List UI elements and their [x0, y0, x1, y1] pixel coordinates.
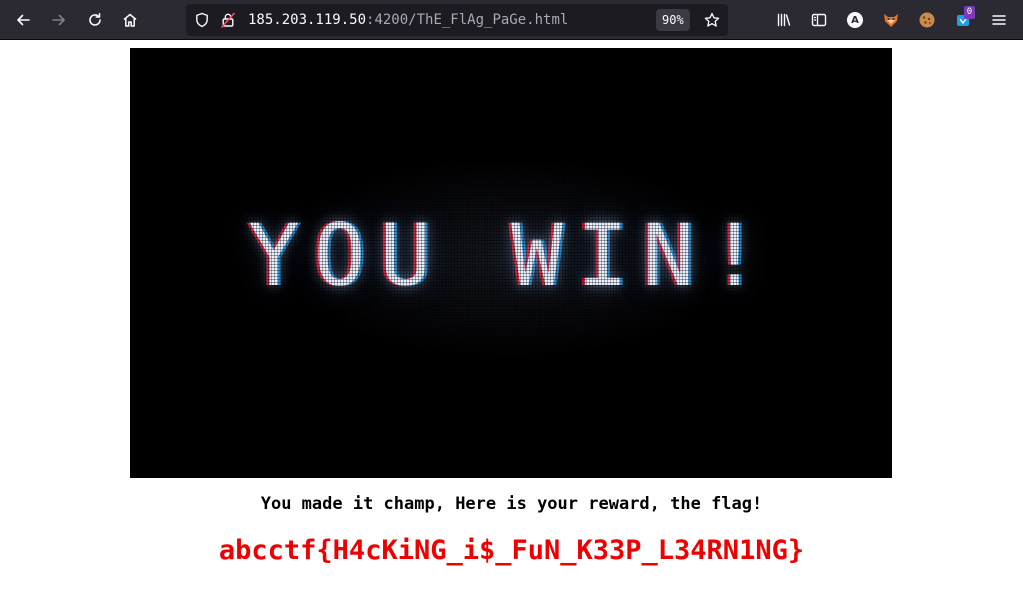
insecure-lock-icon[interactable] — [218, 10, 238, 30]
sidebar-button[interactable] — [805, 6, 833, 34]
sidebar-icon — [811, 13, 827, 27]
forward-button[interactable] — [45, 6, 73, 34]
flag-text: abcctf{H4cKiNG_i$_FuN_K33P_L34RN1NG} — [218, 535, 805, 566]
account-button[interactable]: A — [841, 6, 869, 34]
you-win-video[interactable]: YOU WIN! — [130, 48, 892, 478]
extension-cookie-button[interactable] — [913, 6, 941, 34]
library-button[interactable] — [770, 6, 798, 34]
browser-toolbar: 185.203.119.50:4200/ThE_FlAg_PaGe.html 9… — [0, 0, 1023, 40]
extension-counter-button[interactable]: 0 — [949, 6, 977, 34]
extension-fox-icon — [884, 14, 898, 27]
url-host: 185.203.119.50 — [248, 12, 367, 28]
forward-arrow-icon — [52, 14, 65, 26]
home-icon — [123, 13, 137, 27]
library-icon — [777, 13, 791, 27]
zoom-level-badge[interactable]: 90% — [656, 9, 690, 31]
menu-hamburger-icon — [992, 15, 1006, 25]
bookmark-star-icon[interactable] — [700, 9, 724, 31]
reload-button[interactable] — [81, 6, 109, 34]
reload-icon — [89, 13, 101, 26]
back-button[interactable] — [9, 6, 37, 34]
url-path: :4200/ThE_FlAg_PaGe.html — [366, 12, 569, 28]
extension-cookie-icon — [919, 12, 935, 28]
page-content: YOU WIN! You made it champ, Here is your… — [0, 40, 1023, 606]
account-avatar-icon: A — [847, 12, 863, 28]
shield-icon[interactable] — [192, 10, 212, 30]
reward-message: You made it champ, Here is your reward, … — [260, 494, 763, 514]
menu-button[interactable] — [985, 6, 1013, 34]
address-bar[interactable]: 185.203.119.50:4200/ThE_FlAg_PaGe.html — [186, 4, 728, 36]
you-win-banner: YOU WIN! — [247, 206, 775, 306]
url-text[interactable]: 185.203.119.50:4200/ThE_FlAg_PaGe.html — [248, 11, 568, 29]
extension-badge-count: 0 — [964, 6, 975, 19]
extension-fox-button[interactable] — [877, 6, 905, 34]
back-arrow-icon — [17, 14, 30, 26]
home-button[interactable] — [116, 6, 144, 34]
